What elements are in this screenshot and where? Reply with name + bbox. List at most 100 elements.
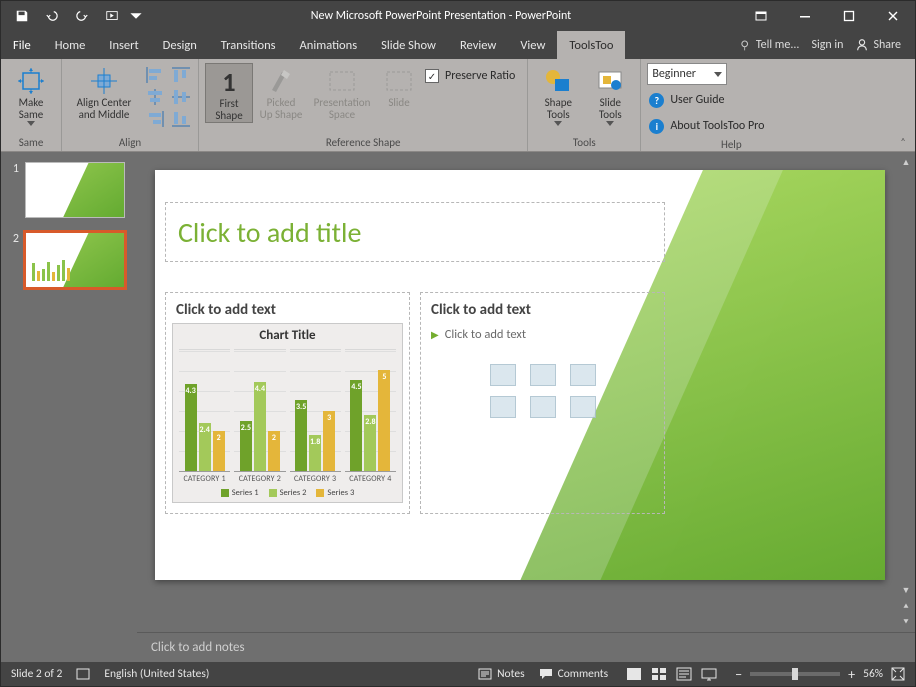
insert-picture-icon[interactable] <box>490 396 516 418</box>
notes-placeholder: Click to add notes <box>151 640 245 655</box>
theme-decoration <box>645 170 885 580</box>
notes-pane[interactable]: Click to add notes <box>137 632 915 662</box>
slideshow-view-icon[interactable] <box>697 665 721 683</box>
first-shape-label: First Shape <box>215 98 242 122</box>
align-top-icon[interactable] <box>170 65 192 85</box>
zoom-in-button[interactable]: + <box>848 666 855 683</box>
maximize-button[interactable] <box>827 1 871 31</box>
comments-toggle[interactable]: Comments <box>539 667 609 681</box>
scroll-up-icon[interactable]: ▲ <box>898 154 914 170</box>
zoom-out-button[interactable]: − <box>735 666 742 683</box>
left-content-placeholder[interactable]: Click to add text Chart Title 4.32.42CAT… <box>165 292 410 514</box>
reading-view-icon[interactable] <box>672 665 696 683</box>
picked-up-shape-label: Picked Up Shape <box>260 97 303 121</box>
insert-table-icon[interactable] <box>490 364 516 386</box>
shape-tools-label: Shape Tools <box>545 97 572 121</box>
normal-view-icon[interactable] <box>622 665 646 683</box>
start-from-beginning-icon[interactable] <box>99 3 125 29</box>
scroll-down-icon[interactable]: ▼ <box>898 582 914 598</box>
view-buttons <box>622 665 721 683</box>
slide-thumbnail-1[interactable] <box>25 162 125 218</box>
tab-view[interactable]: View <box>508 31 557 59</box>
group-help-label: Help <box>641 137 821 153</box>
vertical-scrollbar[interactable]: ▲ ▼ ⯅ ⯆ <box>897 152 915 632</box>
tab-file[interactable]: File <box>1 31 43 59</box>
tab-home[interactable]: Home <box>43 31 98 59</box>
level-dropdown[interactable]: Beginner <box>647 63 727 85</box>
ribbon: Make Same Same Align Center and Middle <box>1 59 915 152</box>
picked-up-shape-button[interactable]: Picked Up Shape <box>257 63 305 121</box>
tab-review[interactable]: Review <box>448 31 508 59</box>
spell-check-icon[interactable] <box>76 667 90 681</box>
collapse-ribbon-icon[interactable]: ˄ <box>895 133 911 149</box>
tab-animations[interactable]: Animations <box>288 31 370 59</box>
group-reference-shape: 1 First Shape Picked Up Shape Presentati… <box>199 59 528 151</box>
zoom-level[interactable]: 56% <box>863 667 883 681</box>
shape-tools-button[interactable]: Shape Tools <box>534 63 582 126</box>
tab-toolstoo[interactable]: ToolsToo <box>557 31 625 59</box>
redo-icon[interactable] <box>69 3 95 29</box>
user-guide-button[interactable]: ? User Guide <box>647 89 770 111</box>
tell-me[interactable]: Tell me... <box>739 38 800 52</box>
save-icon[interactable] <box>9 3 35 29</box>
about-label: About ToolsToo Pro <box>670 119 764 133</box>
window-controls <box>739 1 915 31</box>
make-same-label: Make Same <box>19 97 44 121</box>
share-label: Share <box>873 38 901 52</box>
insert-smartart-icon[interactable] <box>570 364 596 386</box>
insert-online-picture-icon[interactable] <box>530 396 556 418</box>
slide-canvas[interactable]: Click to add title Click to add text Cha… <box>155 170 885 580</box>
left-placeholder-header: Click to add text <box>166 293 409 323</box>
minimize-button[interactable] <box>783 1 827 31</box>
sign-in[interactable]: Sign in <box>811 38 843 52</box>
slide-ref-button[interactable]: Slide <box>379 63 419 109</box>
align-center-middle-label: Align Center and Middle <box>77 97 132 121</box>
presentation-space-button[interactable]: Presentation Space <box>309 63 375 121</box>
preserve-ratio-label: Preserve Ratio <box>445 69 515 83</box>
chart[interactable]: Chart Title 4.32.42CATEGORY 12.54.42CATE… <box>172 323 403 503</box>
tab-transitions[interactable]: Transitions <box>209 31 288 59</box>
align-bottom-icon[interactable] <box>170 109 192 129</box>
slide-thumbnail-2[interactable] <box>25 232 125 288</box>
share-button[interactable]: Share <box>855 38 901 52</box>
align-right-icon[interactable] <box>144 109 166 129</box>
slide-counter[interactable]: Slide 2 of 2 <box>11 667 62 681</box>
zoom-slider[interactable] <box>750 672 840 676</box>
prev-slide-icon[interactable]: ⯅ <box>898 598 914 614</box>
insert-chart-icon[interactable] <box>530 364 556 386</box>
next-slide-icon[interactable]: ⯆ <box>898 614 914 630</box>
preserve-ratio-checkbox[interactable]: ✓ Preserve Ratio <box>423 65 521 87</box>
right-content-placeholder[interactable]: Click to add text ▶Click to add text <box>420 292 665 514</box>
zoom-control: − + 56% <box>735 666 905 683</box>
app-window: New Microsoft PowerPoint Presentation - … <box>0 0 916 687</box>
align-center-icon[interactable] <box>144 87 166 107</box>
window-title: New Microsoft PowerPoint Presentation - … <box>143 9 739 23</box>
about-button[interactable]: i About ToolsToo Pro <box>647 115 770 137</box>
user-guide-label: User Guide <box>670 93 724 107</box>
qat-customize-icon[interactable] <box>129 3 143 29</box>
tab-slide-show[interactable]: Slide Show <box>369 31 448 59</box>
insert-video-icon[interactable] <box>570 396 596 418</box>
slide-sorter-view-icon[interactable] <box>647 665 671 683</box>
align-middle-icon[interactable] <box>170 87 192 107</box>
status-bar: Slide 2 of 2 English (United States) Not… <box>1 662 915 686</box>
fit-to-window-icon[interactable] <box>891 667 905 681</box>
level-dropdown-value: Beginner <box>652 67 696 81</box>
undo-icon[interactable] <box>39 3 65 29</box>
tab-insert[interactable]: Insert <box>97 31 150 59</box>
ribbon-tabs: File Home Insert Design Transitions Anim… <box>1 31 915 59</box>
align-left-icon[interactable] <box>144 65 166 85</box>
slide-tools-button[interactable]: Slide Tools <box>586 63 634 126</box>
make-same-button[interactable]: Make Same <box>7 63 55 126</box>
right-placeholder-bullet: Click to add text <box>445 327 526 342</box>
work-area: 1 2 Click to ad <box>1 152 915 662</box>
chart-plot-area: 4.32.42CATEGORY 12.54.42CATEGORY 23.51.8… <box>173 347 402 484</box>
close-button[interactable] <box>871 1 915 31</box>
first-shape-button[interactable]: 1 First Shape <box>205 63 253 123</box>
language-indicator[interactable]: English (United States) <box>104 667 209 681</box>
title-placeholder[interactable]: Click to add title <box>165 202 665 262</box>
align-center-middle-button[interactable]: Align Center and Middle <box>68 63 140 121</box>
notes-toggle[interactable]: Notes <box>478 667 524 681</box>
ribbon-display-options-icon[interactable] <box>739 1 783 31</box>
tab-design[interactable]: Design <box>151 31 209 59</box>
